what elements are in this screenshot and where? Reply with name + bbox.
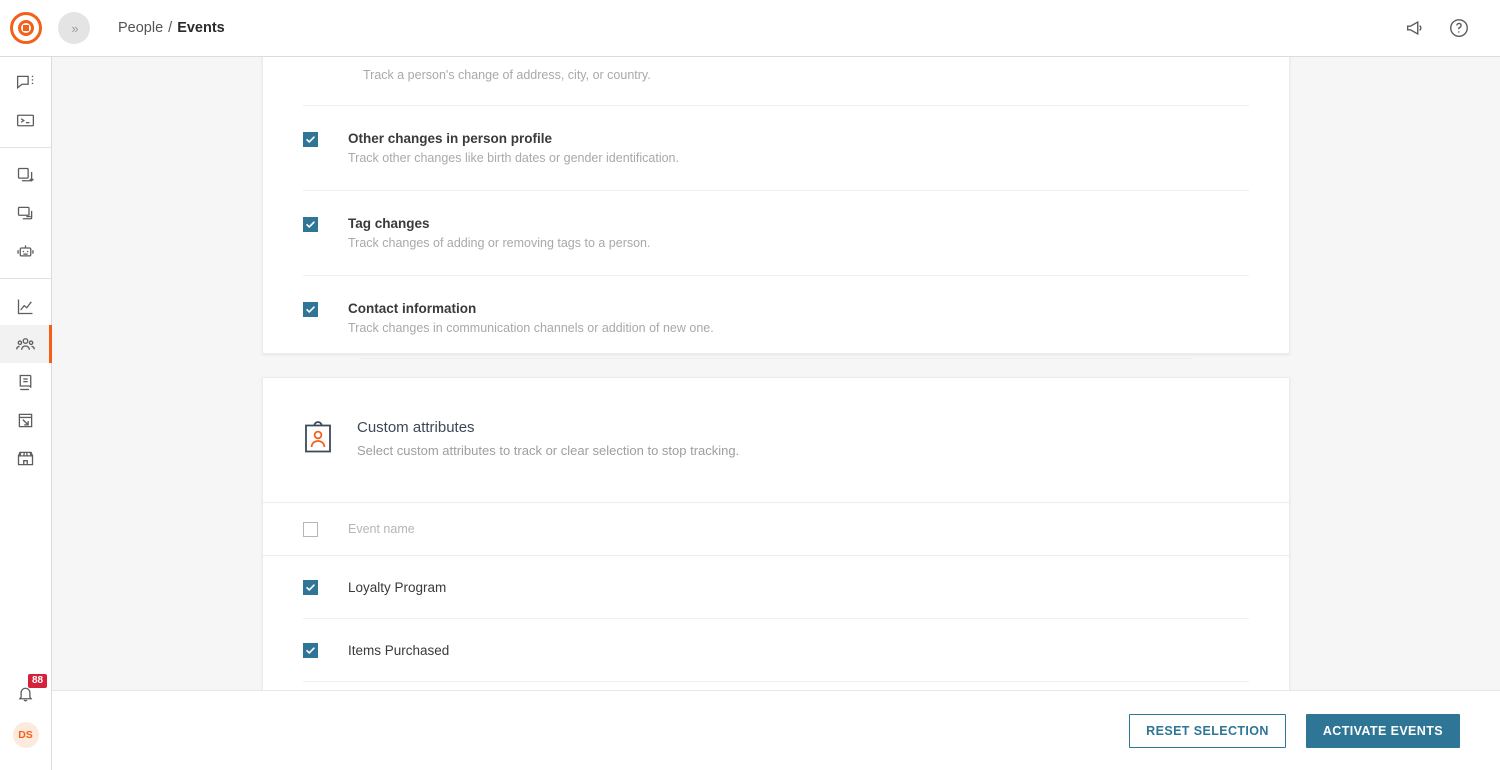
left-nav-rail: 88 DS <box>0 57 52 770</box>
tracking-row-tag-changes-title: Tag changes <box>348 216 430 231</box>
event-name-loyalty-program: Loyalty Program <box>348 579 447 595</box>
tracking-row-tag-changes-desc: Track changes of adding or removing tags… <box>348 236 651 250</box>
table-row[interactable]: Loyalty Program <box>263 556 1289 618</box>
analytics-chart-icon <box>17 299 33 314</box>
checkbox-tag-changes[interactable] <box>303 217 318 232</box>
checkbox-contact-information[interactable] <box>303 302 318 317</box>
check-icon <box>306 136 315 143</box>
campaigns-icon <box>16 75 34 89</box>
breadcrumb-item-people[interactable]: People <box>118 20 163 36</box>
breadcrumb-item-events: Events <box>177 20 225 36</box>
nav-divider-2 <box>0 278 51 279</box>
breadcrumb-separator: / <box>168 20 173 36</box>
checkbox-select-all-events[interactable] <box>303 521 318 537</box>
tracking-row-tag-changes[interactable]: Tag changes Track changes of adding or r… <box>263 191 1289 275</box>
tracking-row-other-changes-body: Other changes in person profile Track ot… <box>348 130 679 166</box>
help-circle-icon[interactable] <box>1448 17 1470 39</box>
tracking-row-other-changes-title: Other changes in person profile <box>348 131 553 146</box>
main-scroll-canvas[interactable]: Track a person's change of address, city… <box>52 57 1500 690</box>
notifications-bell[interactable]: 88 <box>0 672 51 714</box>
card-inner-rule <box>361 358 1191 359</box>
data-manager-icon <box>19 374 32 390</box>
custom-attributes-title: Custom attributes <box>357 419 475 436</box>
nav-divider-1 <box>0 147 51 148</box>
tracking-row-tag-changes-body: Tag changes Track changes of adding or r… <box>348 215 650 251</box>
checkbox-other-changes[interactable] <box>303 132 318 147</box>
top-header-actions <box>1404 17 1470 39</box>
console-icon <box>16 114 35 126</box>
sidebar-item-data-manager[interactable] <box>0 363 51 401</box>
custom-attributes-card: Custom attributes Select custom attribut… <box>262 377 1290 690</box>
tracking-row-contact-information[interactable]: Contact information Track changes in com… <box>263 276 1289 336</box>
archive-icon <box>17 206 33 219</box>
table-bottom-padding <box>263 682 1289 690</box>
content-column: Track a person's change of address, city… <box>262 57 1290 690</box>
sidebar-item-automations[interactable] <box>0 232 51 270</box>
check-icon <box>306 583 315 591</box>
check-icon <box>306 646 315 654</box>
robot-icon <box>17 244 34 257</box>
table-row[interactable]: Items Purchased <box>263 619 1289 681</box>
checkbox-event-loyalty-program[interactable] <box>303 579 318 595</box>
sidebar-item-console[interactable] <box>0 101 51 139</box>
sidebar-item-storefront[interactable] <box>0 439 51 477</box>
check-icon <box>306 306 315 313</box>
activate-events-button[interactable]: ACTIVATE EVENTS <box>1305 713 1460 748</box>
events-table-header: Event name <box>263 503 1289 555</box>
nav-group-3 <box>0 287 52 477</box>
tracking-row-contact-information-desc: Track changes in communication channels … <box>348 321 714 335</box>
bloomreach-logo[interactable] <box>10 12 42 44</box>
breadcrumb: People / Events <box>118 20 225 36</box>
person-tracking-card: Track a person's change of address, city… <box>262 57 1290 359</box>
custom-attributes-text: Custom attributes Select custom attribut… <box>357 418 739 460</box>
reset-selection-button[interactable]: RESET SELECTION <box>1129 713 1286 748</box>
sidebar-item-people[interactable] <box>0 325 52 363</box>
id-badge-icon <box>305 421 331 453</box>
sidebar-item-web-layers[interactable] <box>0 401 51 439</box>
chevron-double-right-icon: » <box>71 20 78 36</box>
logo-core-square <box>23 25 29 31</box>
tracking-row-clipped-desc: Track a person's change of address, city… <box>363 68 651 82</box>
people-icon <box>16 337 35 350</box>
sidebar-item-campaigns[interactable] <box>0 63 51 101</box>
sidebar-item-analytics[interactable] <box>0 287 51 325</box>
footer-action-bar: RESET SELECTION ACTIVATE EVENTS <box>52 690 1500 770</box>
sidebar-item-archive[interactable] <box>0 194 51 232</box>
event-name-items-purchased: Items Purchased <box>348 642 450 658</box>
custom-attributes-header: Custom attributes Select custom attribut… <box>263 378 1289 502</box>
notification-count-badge: 88 <box>28 674 48 688</box>
storefront-icon <box>17 451 34 465</box>
top-header-bar: » People / Events <box>0 0 1500 57</box>
nav-group-2 <box>0 156 51 270</box>
tracking-row-contact-information-body: Contact information Track changes in com… <box>348 300 714 336</box>
checkbox-event-items-purchased[interactable] <box>303 642 318 658</box>
column-header-event-name: Event name <box>348 522 415 536</box>
copy-stack-icon <box>17 167 34 182</box>
web-layers-icon <box>18 413 33 427</box>
megaphone-icon[interactable] <box>1404 17 1426 39</box>
app-root: » People / Events 88 DS Track a person's… <box>0 0 1500 770</box>
expand-sidebar-button[interactable]: » <box>58 12 90 44</box>
tracking-row-other-changes-desc: Track other changes like birth dates or … <box>348 151 679 165</box>
tracking-row-other-changes[interactable]: Other changes in person profile Track ot… <box>263 106 1289 190</box>
check-icon <box>306 221 315 228</box>
logo-inner-ring <box>18 20 34 36</box>
avatar[interactable]: DS <box>12 722 39 748</box>
tracking-row-contact-information-title: Contact information <box>348 301 477 316</box>
nav-group-1 <box>0 57 51 139</box>
custom-attributes-subtitle: Select custom attributes to track or cle… <box>357 443 740 458</box>
tracking-row-clipped[interactable]: Track a person's change of address, city… <box>263 57 1289 83</box>
sidebar-item-assets[interactable] <box>0 156 51 194</box>
